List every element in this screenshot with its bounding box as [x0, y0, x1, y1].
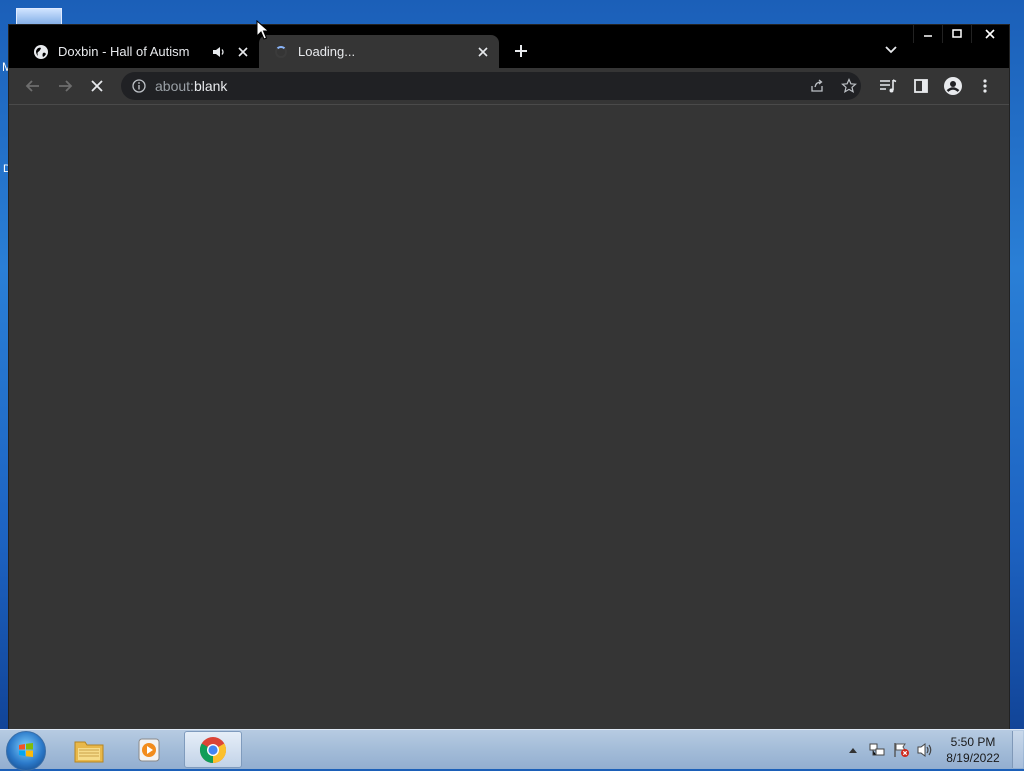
tab-search-button[interactable]: [881, 40, 901, 60]
avatar-icon: [944, 77, 962, 95]
window-controls: [913, 25, 1008, 43]
maximize-icon: [952, 29, 962, 38]
taskbar: 5:50 PM 8/19/2022: [0, 729, 1024, 771]
tab-title: Loading...: [298, 44, 356, 59]
close-icon: [91, 80, 103, 92]
show-hidden-icons-button[interactable]: [842, 740, 864, 760]
clock-date: 8/19/2022: [946, 751, 1000, 765]
close-icon: [985, 29, 995, 39]
side-panel-icon: [914, 79, 928, 93]
playlist-music-icon: [880, 79, 897, 93]
profile-button[interactable]: [941, 74, 965, 98]
tab-strip: Doxbin - Hall of Autism Loading...: [9, 25, 1009, 68]
stop-loading-button[interactable]: [85, 74, 109, 98]
system-tray: [842, 730, 938, 769]
close-tab-icon[interactable]: [235, 44, 251, 60]
show-desktop-button[interactable]: [1012, 731, 1023, 768]
plus-icon: [515, 45, 527, 57]
menu-button[interactable]: [973, 74, 997, 98]
globe-icon: [33, 44, 49, 60]
clock[interactable]: 5:50 PM 8/19/2022: [938, 734, 1008, 766]
back-button[interactable]: [21, 74, 45, 98]
info-icon[interactable]: [131, 78, 147, 94]
volume-icon[interactable]: [914, 740, 936, 760]
page-content[interactable]: [9, 105, 1009, 731]
new-tab-button[interactable]: [509, 39, 533, 63]
media-controls-button[interactable]: [876, 74, 900, 98]
chevron-down-icon: [885, 46, 897, 54]
back-arrow-icon: [25, 80, 39, 92]
address-bar[interactable]: about:blank: [121, 72, 861, 100]
chrome-icon: [199, 736, 227, 763]
start-button[interactable]: [6, 731, 46, 771]
chevron-up-icon: [849, 747, 857, 753]
action-center-flag-icon[interactable]: [890, 740, 912, 760]
speaker-icon[interactable]: [211, 44, 227, 60]
close-tab-icon[interactable]: [475, 44, 491, 60]
bookmark-star-icon[interactable]: [841, 78, 857, 99]
share-icon[interactable]: [809, 78, 825, 99]
media-player-icon: [138, 738, 160, 761]
taskbar-chrome[interactable]: [184, 731, 242, 768]
browser-toolbar: about:blank: [9, 68, 1009, 104]
tab-loading[interactable]: Loading...: [259, 35, 499, 68]
windows-logo-icon: [19, 743, 33, 757]
forward-arrow-icon: [59, 80, 73, 92]
taskbar-explorer[interactable]: [60, 731, 118, 768]
tab-title: Doxbin - Hall of Autism: [58, 44, 190, 59]
taskbar-media-player[interactable]: [120, 731, 178, 768]
minimize-button[interactable]: [913, 25, 942, 43]
folder-icon: [74, 741, 104, 762]
url-text: about:blank: [155, 78, 228, 94]
minimize-icon: [924, 35, 932, 37]
mouse-cursor-icon: [256, 20, 270, 40]
spinner-icon: [273, 44, 289, 60]
maximize-button[interactable]: [942, 25, 971, 43]
side-panel-button[interactable]: [909, 74, 933, 98]
tab-doxbin[interactable]: Doxbin - Hall of Autism: [19, 35, 259, 68]
clock-time: 5:50 PM: [950, 735, 996, 749]
close-window-button[interactable]: [971, 25, 1008, 43]
browser-window: Doxbin - Hall of Autism Loading... about…: [8, 24, 1010, 732]
forward-button[interactable]: [53, 74, 77, 98]
kebab-menu-icon: [983, 79, 987, 93]
network-icon[interactable]: [866, 740, 888, 760]
